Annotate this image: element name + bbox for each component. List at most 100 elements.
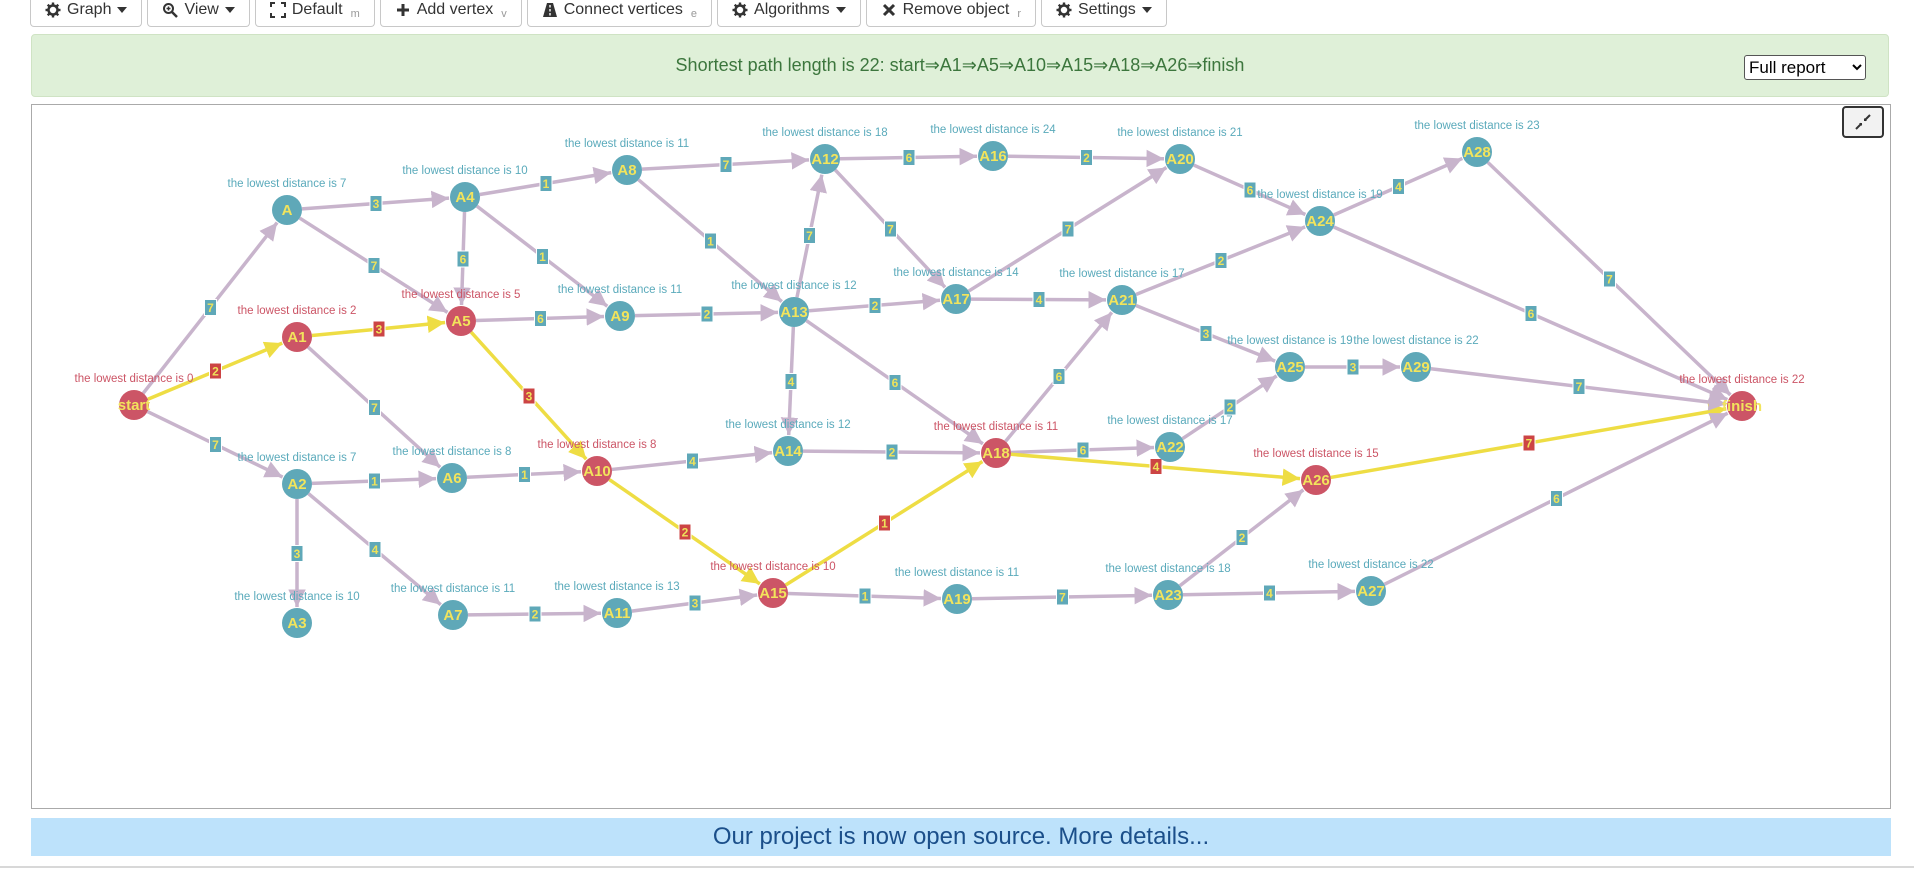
chevron-down-icon: [1141, 7, 1152, 13]
vertex-A10[interactable]: the lowest distance is 8 A10: [538, 439, 657, 486]
edge-A24-finish[interactable]: 6: [1333, 225, 1729, 402]
edge-A5-A9[interactable]: 6: [475, 308, 605, 327]
vertex-A2[interactable]: the lowest distance is 7 A2: [238, 452, 357, 499]
edge-weight-label: 2: [872, 299, 879, 313]
vertex-A27[interactable]: the lowest distance is 22 A27: [1308, 559, 1434, 606]
vertex-A28[interactable]: the lowest distance is 23 A28: [1414, 120, 1540, 167]
edge-start-A1[interactable]: 2: [147, 341, 283, 401]
vertex-A22[interactable]: the lowest distance is 17 A22: [1107, 415, 1233, 462]
vertex-A12[interactable]: the lowest distance is 18 A12: [762, 127, 888, 174]
vertex-A6[interactable]: the lowest distance is 8 A6: [393, 446, 512, 493]
vertex-A1[interactable]: the lowest distance is 2 A1: [238, 305, 357, 352]
edge-A14-A18[interactable]: 2: [802, 443, 981, 462]
vertex-distance-label: the lowest distance is 13: [554, 581, 679, 593]
edge-weight-label: 6: [1553, 492, 1560, 506]
vertex-A25[interactable]: the lowest distance is 19 A25: [1227, 335, 1353, 382]
connect-vertices-button[interactable]: Connect vertices e: [526, 0, 713, 27]
vertex-A16[interactable]: the lowest distance is 24 A16: [930, 124, 1056, 171]
open-source-notice[interactable]: Our project is now open source. More det…: [31, 818, 1891, 856]
edge-weight-label: 4: [1153, 460, 1160, 474]
edge-weight-label: 2: [704, 308, 711, 322]
vertex-start[interactable]: the lowest distance is 0 start: [75, 373, 194, 420]
shortest-path-message: Shortest path length is 22: start⇒A1⇒A5⇒…: [675, 55, 1245, 75]
edge-weight-label: 2: [1083, 151, 1090, 165]
edge-A-A4[interactable]: 3: [301, 190, 450, 212]
edge-A9-A13[interactable]: 2: [634, 304, 779, 323]
vertex-distance-label: the lowest distance is 23: [1414, 120, 1539, 132]
edge-A24-A28[interactable]: 4: [1333, 156, 1464, 217]
edge-weight-label: 1: [539, 250, 546, 264]
report-select[interactable]: Full report: [1744, 55, 1866, 80]
edge-A21-A25[interactable]: 3: [1135, 303, 1276, 363]
vertex-A[interactable]: the lowest distance is 7 A: [228, 178, 347, 225]
edge-weight-label: 3: [376, 323, 383, 337]
vertex-label: A3: [287, 615, 306, 632]
vertex-distance-label: the lowest distance is 21: [1117, 127, 1242, 139]
vertex-A21[interactable]: the lowest distance is 17 A21: [1059, 268, 1185, 315]
edge-A12-A16[interactable]: 6: [839, 147, 978, 166]
default-mode-label: Default: [291, 1, 343, 18]
edge-A23-A27[interactable]: 4: [1182, 582, 1356, 602]
vertex-A9[interactable]: the lowest distance is 11 A9: [558, 284, 682, 331]
vertex-label: A19: [943, 591, 971, 608]
vertex-A23[interactable]: the lowest distance is 18 A23: [1105, 563, 1231, 610]
edge-weight-label: 3: [373, 197, 380, 211]
graph-svg[interactable]: 727373713 416 1631271242367726421127466476…: [32, 105, 1890, 808]
exit-fullscreen-button[interactable]: [1842, 106, 1884, 138]
edge-A22-A25[interactable]: 2: [1181, 374, 1278, 441]
algorithms-menu-button[interactable]: Algorithms: [717, 0, 861, 27]
edge-start-A2[interactable]: 7: [146, 409, 284, 479]
edge-A16-A20[interactable]: 2: [1007, 149, 1165, 168]
vertex-A14[interactable]: the lowest distance is 12 A14: [725, 419, 851, 466]
edge-A11-A15[interactable]: 3: [631, 588, 758, 613]
edge-A1-A5[interactable]: 3: [311, 315, 446, 338]
vertex-A3[interactable]: the lowest distance is 10 A3: [234, 591, 360, 638]
edge-A17-A21[interactable]: 4: [970, 291, 1107, 309]
vertex-A11[interactable]: the lowest distance is 13 A11: [554, 581, 680, 628]
vertex-label: A27: [1357, 583, 1385, 600]
edge-A28-finish[interactable]: 7: [1486, 161, 1732, 397]
edge-A21-A24[interactable]: 2: [1135, 225, 1306, 297]
edge-weight-label: 6: [1080, 444, 1087, 458]
add-vertex-button[interactable]: Add vertex v: [379, 0, 522, 27]
remove-object-button[interactable]: Remove object r: [865, 0, 1036, 27]
edge-weight-label: 4: [788, 375, 795, 389]
vertex-A13[interactable]: the lowest distance is 12 A13: [731, 280, 857, 327]
vertex-label: A28: [1463, 144, 1491, 161]
edge-weight-label: 6: [1528, 307, 1535, 321]
edge-A25-A29[interactable]: 3: [1305, 358, 1400, 376]
edge-A8-A12[interactable]: 7: [641, 152, 810, 173]
edge-A13-A12[interactable]: 7: [795, 174, 827, 298]
edge-A2-A6[interactable]: 1: [311, 470, 437, 490]
settings-menu-button[interactable]: Settings: [1040, 0, 1167, 27]
vertex-A5[interactable]: the lowest distance is 5 A5: [402, 289, 521, 336]
vertex-distance-label: the lowest distance is 10: [710, 561, 835, 573]
view-menu-button[interactable]: View: [147, 0, 250, 27]
edge-weight-label: 7: [1606, 273, 1613, 287]
edge-A13-A17[interactable]: 2: [808, 292, 941, 314]
edge-A7-A11[interactable]: 2: [467, 604, 602, 623]
edge-A6-A10[interactable]: 1: [466, 463, 582, 483]
edge-A10-A14[interactable]: 4: [611, 445, 773, 472]
vertex-A19[interactable]: the lowest distance is 11 A19: [895, 567, 1019, 614]
open-source-link[interactable]: Our project is now open source. More det…: [713, 823, 1209, 851]
add-vertex-label: Add vertex: [416, 1, 494, 18]
vertex-A24[interactable]: the lowest distance is 19 A24: [1257, 189, 1383, 236]
vertex-A15[interactable]: the lowest distance is 10 A15: [710, 561, 836, 608]
graph-canvas[interactable]: 7273737134161631271242367726421127466476…: [31, 104, 1891, 809]
edge-A19-A23[interactable]: 7: [971, 586, 1153, 606]
default-mode-button[interactable]: Default m: [254, 0, 375, 27]
edge-A15-A19[interactable]: 1: [787, 587, 942, 607]
vertex-A18[interactable]: the lowest distance is 11 A18: [934, 421, 1058, 468]
vertex-label: A7: [443, 607, 462, 624]
vertex-A20[interactable]: the lowest distance is 21 A20: [1117, 127, 1243, 174]
edge-weight-label: 4: [372, 543, 379, 557]
vertex-label: A17: [942, 291, 970, 308]
vertex-A29[interactable]: the lowest distance is 22 A29: [1353, 335, 1479, 382]
edge-weight-label: 1: [881, 517, 888, 531]
graph-menu-button[interactable]: Graph: [30, 0, 143, 27]
vertex-label: A29: [1402, 359, 1430, 376]
vertex-A7[interactable]: the lowest distance is 11 A7: [391, 583, 515, 630]
vertex-distance-label: the lowest distance is 7: [228, 178, 347, 190]
vertex-A17[interactable]: the lowest distance is 14 A17: [893, 267, 1019, 314]
